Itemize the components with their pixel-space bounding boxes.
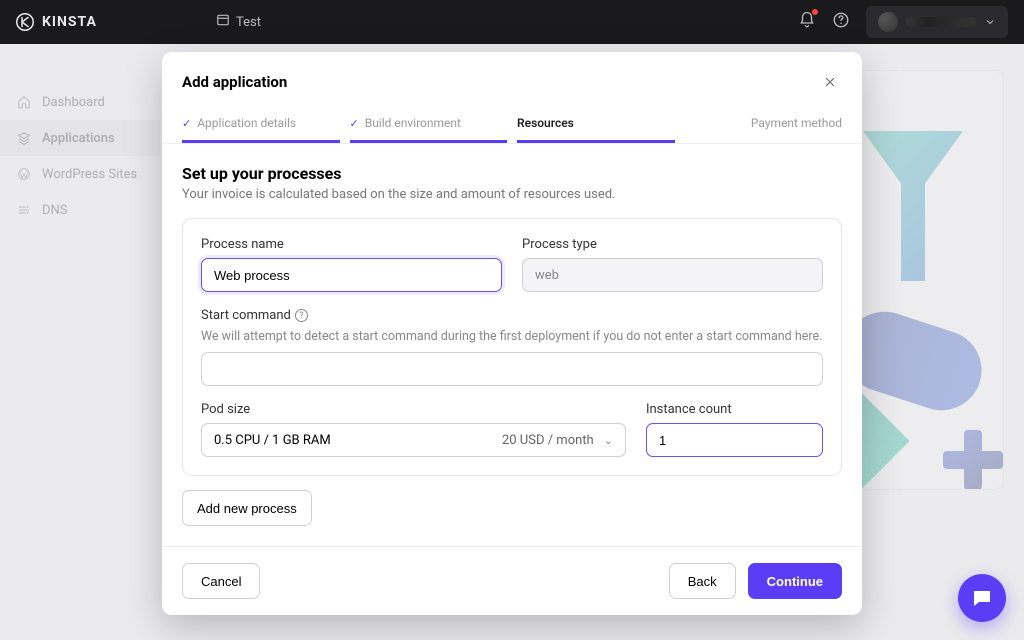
- project-name: Test: [236, 15, 261, 30]
- notifications-button[interactable]: [798, 11, 816, 33]
- brand-logo-icon: [16, 13, 34, 31]
- chevron-down-icon: [984, 13, 996, 32]
- project-icon: [216, 13, 230, 31]
- section-subtitle: Your invoice is calculated based on the …: [182, 187, 842, 202]
- add-application-modal: Add application ✓ Application details ✓ …: [162, 52, 862, 615]
- start-command-label: Start command ?: [201, 308, 823, 323]
- brand-text: KINSTA: [42, 14, 97, 30]
- process-type-field: web: [522, 258, 823, 292]
- pod-size-price: 20 USD / month: [502, 433, 594, 448]
- pod-size-select[interactable]: 0.5 CPU / 1 GB RAM 20 USD / month ⌄: [201, 423, 626, 457]
- pod-size-label: Pod size: [201, 402, 626, 417]
- process-type-value: web: [535, 268, 559, 283]
- instance-count-input[interactable]: [646, 423, 823, 457]
- notification-dot-icon: [812, 9, 818, 15]
- step-label: Resources: [517, 116, 574, 130]
- process-name-label: Process name: [201, 237, 502, 252]
- step-resources[interactable]: Resources: [517, 116, 675, 143]
- help-button[interactable]: [832, 11, 850, 33]
- close-button[interactable]: [818, 70, 842, 94]
- topbar: KINSTA Test: [0, 0, 1024, 44]
- process-name-input[interactable]: [201, 258, 502, 292]
- process-type-label: Process type: [522, 237, 823, 252]
- pod-size-value: 0.5 CPU / 1 GB RAM: [214, 433, 331, 448]
- start-command-input[interactable]: [201, 352, 823, 386]
- step-payment-method[interactable]: Payment method: [685, 116, 843, 143]
- step-build-environment[interactable]: ✓ Build environment: [350, 116, 508, 143]
- stepper: ✓ Application details ✓ Build environmen…: [162, 104, 862, 144]
- continue-button[interactable]: Continue: [748, 563, 842, 599]
- project-selector[interactable]: Test: [216, 13, 798, 31]
- instance-count-label: Instance count: [646, 402, 823, 417]
- step-label: Payment method: [751, 116, 842, 130]
- modal-title: Add application: [182, 73, 287, 91]
- step-application-details[interactable]: ✓ Application details: [182, 116, 340, 143]
- process-card: Process name Process type web Start comm…: [182, 218, 842, 476]
- chat-fab[interactable]: [958, 574, 1006, 622]
- step-label: Build environment: [365, 116, 461, 130]
- back-button[interactable]: Back: [669, 563, 736, 599]
- chevron-down-icon: ⌄: [604, 434, 613, 447]
- section-title: Set up your processes: [182, 164, 842, 183]
- step-label: Application details: [197, 116, 296, 130]
- start-command-note: We will attempt to detect a start comman…: [201, 329, 823, 344]
- check-icon: ✓: [182, 117, 191, 130]
- user-name-redacted: [906, 17, 976, 27]
- brand[interactable]: KINSTA: [16, 13, 216, 31]
- add-process-button[interactable]: Add new process: [182, 490, 312, 526]
- check-icon: ✓: [350, 117, 359, 130]
- avatar: [878, 12, 898, 32]
- info-icon[interactable]: ?: [295, 309, 308, 322]
- cancel-button[interactable]: Cancel: [182, 563, 260, 599]
- user-menu[interactable]: [866, 6, 1008, 38]
- chat-icon: [970, 586, 994, 610]
